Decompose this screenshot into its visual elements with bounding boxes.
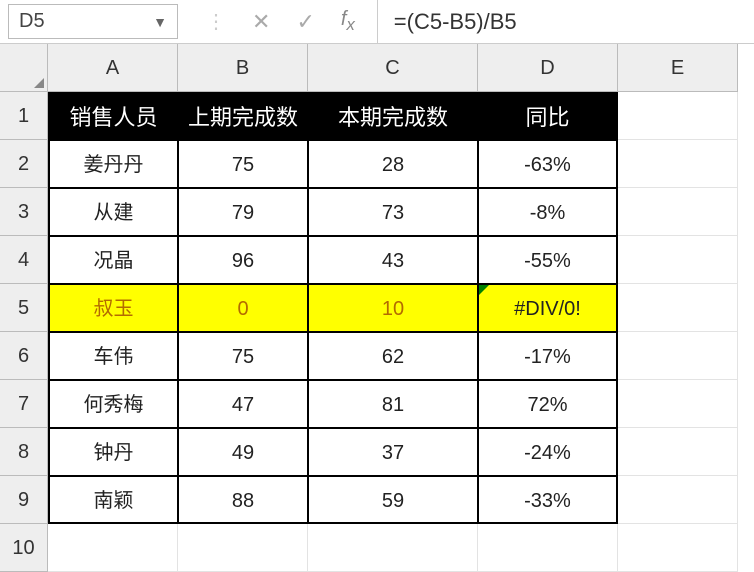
cell-e8[interactable] xyxy=(618,428,738,476)
row-header-6[interactable]: 6 xyxy=(0,332,48,380)
cell-b9[interactable]: 88 xyxy=(178,476,308,524)
cell-c8[interactable]: 37 xyxy=(308,428,478,476)
cell-d10[interactable] xyxy=(478,524,618,572)
enter-icon[interactable]: ✓ xyxy=(296,9,314,35)
cell-a6[interactable]: 车伟 xyxy=(48,332,178,380)
cell-b3[interactable]: 79 xyxy=(178,188,308,236)
cell-c1[interactable]: 本期完成数 xyxy=(308,92,478,140)
col-header-e[interactable]: E xyxy=(618,44,738,92)
cell-e5[interactable] xyxy=(618,284,738,332)
cell-b5[interactable]: 0 xyxy=(178,284,308,332)
name-box[interactable]: D5 ▼ xyxy=(8,4,178,39)
formula-input[interactable] xyxy=(377,0,754,43)
cell-c7[interactable]: 81 xyxy=(308,380,478,428)
formula-bar: D5 ▼ ⋮ ✕ ✓ fx xyxy=(0,0,754,44)
cell-d3[interactable]: -8% xyxy=(478,188,618,236)
cell-e10[interactable] xyxy=(618,524,738,572)
cell-a1[interactable]: 销售人员 xyxy=(48,92,178,140)
cell-b10[interactable] xyxy=(178,524,308,572)
row-header-8[interactable]: 8 xyxy=(0,428,48,476)
cell-c5[interactable]: 10 xyxy=(308,284,478,332)
row-header-5[interactable]: 5 xyxy=(0,284,48,332)
cell-c9[interactable]: 59 xyxy=(308,476,478,524)
cell-e7[interactable] xyxy=(618,380,738,428)
cell-d6[interactable]: -17% xyxy=(478,332,618,380)
cell-e3[interactable] xyxy=(618,188,738,236)
row-header-3[interactable]: 3 xyxy=(0,188,48,236)
cell-a3[interactable]: 从建 xyxy=(48,188,178,236)
cell-a4[interactable]: 况晶 xyxy=(48,236,178,284)
cell-a10[interactable] xyxy=(48,524,178,572)
cell-a7[interactable]: 何秀梅 xyxy=(48,380,178,428)
cell-c4[interactable]: 43 xyxy=(308,236,478,284)
cell-c2[interactable]: 28 xyxy=(308,140,478,188)
cell-b2[interactable]: 75 xyxy=(178,140,308,188)
row-header-2[interactable]: 2 xyxy=(0,140,48,188)
select-all-corner[interactable] xyxy=(0,44,48,92)
cell-c10[interactable] xyxy=(308,524,478,572)
cell-c3[interactable]: 73 xyxy=(308,188,478,236)
cell-d4[interactable]: -55% xyxy=(478,236,618,284)
cell-d5[interactable]: #DIV/0! xyxy=(478,284,618,332)
cell-d2[interactable]: -63% xyxy=(478,140,618,188)
col-header-b[interactable]: B xyxy=(178,44,308,92)
col-header-a[interactable]: A xyxy=(48,44,178,92)
formula-buttons: ⋮ ✕ ✓ fx xyxy=(184,0,377,43)
row-header-10[interactable]: 10 xyxy=(0,524,48,572)
cell-a2[interactable]: 姜丹丹 xyxy=(48,140,178,188)
row-header-9[interactable]: 9 xyxy=(0,476,48,524)
dropdown-icon: ▼ xyxy=(153,14,167,30)
cell-e4[interactable] xyxy=(618,236,738,284)
cell-e6[interactable] xyxy=(618,332,738,380)
cell-e1[interactable] xyxy=(618,92,738,140)
cell-c6[interactable]: 62 xyxy=(308,332,478,380)
col-header-c[interactable]: C xyxy=(308,44,478,92)
cell-b6[interactable]: 75 xyxy=(178,332,308,380)
cell-a9[interactable]: 南颖 xyxy=(48,476,178,524)
cancel-icon[interactable]: ✕ xyxy=(252,9,270,35)
cell-d1[interactable]: 同比 xyxy=(478,92,618,140)
cell-e2[interactable] xyxy=(618,140,738,188)
name-box-value: D5 xyxy=(19,10,45,33)
cell-d9[interactable]: -33% xyxy=(478,476,618,524)
row-header-4[interactable]: 4 xyxy=(0,236,48,284)
row-header-1[interactable]: 1 xyxy=(0,92,48,140)
spreadsheet-grid: A B C D E 1 销售人员 上期完成数 本期完成数 同比 2 姜丹丹 75… xyxy=(0,44,754,572)
cell-d7[interactable]: 72% xyxy=(478,380,618,428)
separator-icon: ⋮ xyxy=(206,9,226,34)
cell-b1[interactable]: 上期完成数 xyxy=(178,92,308,140)
cell-b8[interactable]: 49 xyxy=(178,428,308,476)
fx-icon[interactable]: fx xyxy=(341,8,355,35)
row-header-7[interactable]: 7 xyxy=(0,380,48,428)
cell-a8[interactable]: 钟丹 xyxy=(48,428,178,476)
col-header-d[interactable]: D xyxy=(478,44,618,92)
cell-d8[interactable]: -24% xyxy=(478,428,618,476)
cell-b7[interactable]: 47 xyxy=(178,380,308,428)
cell-a5[interactable]: 叔玉 xyxy=(48,284,178,332)
cell-e9[interactable] xyxy=(618,476,738,524)
cell-b4[interactable]: 96 xyxy=(178,236,308,284)
